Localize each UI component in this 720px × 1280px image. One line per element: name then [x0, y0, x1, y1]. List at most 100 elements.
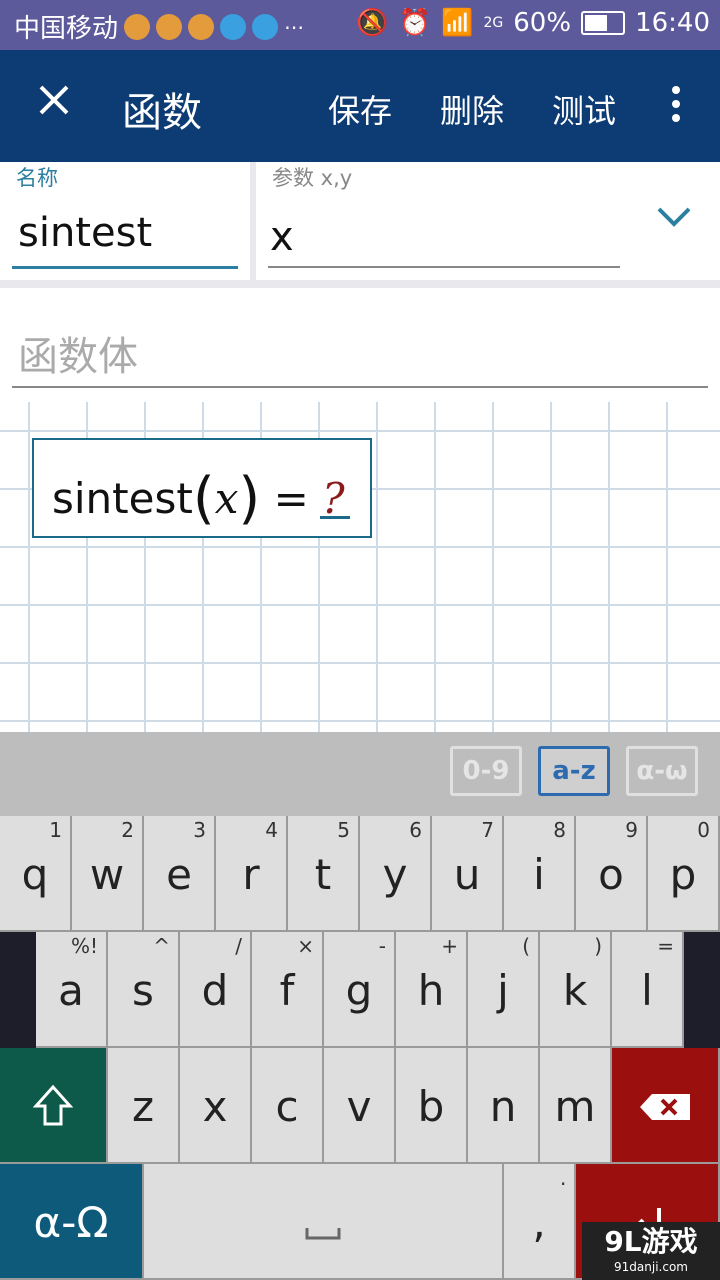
chevron-down-icon[interactable] — [656, 206, 692, 228]
key-p[interactable]: 0p — [648, 816, 720, 932]
name-underline — [12, 266, 238, 269]
key-c[interactable]: c — [252, 1048, 324, 1164]
key-q[interactable]: 1q — [0, 816, 72, 932]
mode-digits-button[interactable]: 0-9 — [450, 746, 522, 796]
status-bar: 中国移动 ⋯ 🔕 ⏰ 📶 2G 60% 16:40 — [0, 0, 720, 50]
key-a[interactable]: %! a — [36, 932, 108, 1048]
key-n[interactable]: n — [468, 1048, 540, 1164]
function-name: sintest — [52, 474, 193, 523]
key-hint: 4 — [265, 818, 278, 842]
key-label: i — [533, 850, 545, 899]
key-o[interactable]: 9o — [576, 816, 648, 932]
cursor-underline — [320, 516, 350, 519]
key-label: n — [489, 1082, 517, 1131]
key-hint: 7 — [481, 818, 494, 842]
key-label: t — [314, 850, 332, 899]
body-underline — [12, 386, 708, 388]
key-label: v — [346, 1082, 372, 1131]
key-hint: 5 — [337, 818, 350, 842]
params-field[interactable]: x — [270, 214, 294, 260]
battery-icon — [581, 11, 626, 35]
expression: sintest(x) = ? — [52, 466, 345, 531]
save-button[interactable]: 保存 — [328, 86, 392, 132]
key-label: a — [58, 966, 84, 1015]
watermark-brand: 9L游戏 — [604, 1225, 698, 1258]
params-underline — [268, 266, 620, 268]
body-field[interactable]: 函数体 — [18, 324, 138, 382]
page-title: 函数 — [122, 90, 202, 136]
key-hint: - — [378, 934, 386, 958]
key-s[interactable]: ^ s — [108, 932, 180, 1048]
function-form: 名称 sintest 参数 x,y x 函数体 — [0, 162, 720, 402]
shift-key[interactable] — [0, 1048, 108, 1164]
key-label: o — [598, 850, 624, 899]
key-label: q — [21, 850, 49, 899]
key-m[interactable]: m — [540, 1048, 612, 1164]
status-right: 🔕 ⏰ 📶 2G 60% 16:40 — [356, 8, 710, 38]
greek-upper-key[interactable]: α-Ω — [0, 1164, 144, 1280]
key-hint: 8 — [553, 818, 566, 842]
key-label: h — [417, 966, 445, 1015]
mode-latin-button[interactable]: a-z — [538, 746, 610, 796]
key-r[interactable]: 4r — [216, 816, 288, 932]
key-hint: = — [657, 934, 674, 958]
close-icon[interactable] — [38, 83, 70, 123]
key-h[interactable]: + h — [396, 932, 468, 1048]
key-d[interactable]: / d — [180, 932, 252, 1048]
wifi-icon: 📶 — [441, 8, 474, 38]
key-z[interactable]: z — [108, 1048, 180, 1164]
key-label: g — [345, 966, 373, 1015]
test-button[interactable]: 测试 — [552, 86, 616, 132]
network-type: 2G — [483, 15, 504, 31]
equals-sign: = — [273, 474, 309, 523]
key-e[interactable]: 3e — [144, 816, 216, 932]
key-label: f — [279, 966, 295, 1015]
key-hint: 9 — [625, 818, 638, 842]
key-u[interactable]: 7u — [432, 816, 504, 932]
key-g[interactable]: -g — [324, 932, 396, 1048]
key-hint: ^ — [153, 934, 170, 958]
key-label: j — [497, 966, 509, 1015]
key-hint: 0 — [697, 818, 710, 842]
key-hint: / — [235, 934, 242, 958]
key-label: r — [242, 850, 260, 899]
backspace-icon — [640, 1094, 690, 1120]
watermark-logo: 9L游戏 91danji.com — [582, 1222, 720, 1280]
overflow-menu-icon[interactable] — [668, 86, 684, 126]
key-f[interactable]: × f — [252, 932, 324, 1048]
key-l[interactable]: = l — [612, 932, 684, 1048]
mute-icon: 🔕 — [356, 8, 389, 38]
key-label: e — [166, 850, 192, 899]
expression-canvas[interactable]: sintest(x) = ? — [0, 402, 720, 732]
key-hint: ) — [594, 934, 602, 958]
key-v[interactable]: v — [324, 1048, 396, 1164]
key-label: k — [562, 966, 588, 1015]
key-label: x — [202, 1082, 228, 1131]
space-key[interactable] — [144, 1164, 504, 1280]
mode-greek-button[interactable]: α-ω — [626, 746, 698, 796]
key-label: p — [669, 850, 697, 899]
clock: 16:40 — [635, 8, 710, 38]
key-label: w — [89, 850, 125, 899]
key-j[interactable]: (j — [468, 932, 540, 1048]
key-label: m — [554, 1082, 596, 1131]
key-t[interactable]: 5t — [288, 816, 360, 932]
delete-button[interactable]: 删除 — [440, 86, 504, 132]
key-w[interactable]: 2w — [72, 816, 144, 932]
key-label: b — [417, 1082, 445, 1131]
key-label: l — [641, 966, 653, 1015]
name-field[interactable]: sintest — [18, 210, 152, 256]
key-b[interactable]: b — [396, 1048, 468, 1164]
key-y[interactable]: 6y — [360, 816, 432, 932]
alarm-icon: ⏰ — [398, 8, 432, 38]
carrier-label: 中国移动 — [14, 14, 119, 44]
expression-box[interactable]: sintest(x) = ? — [32, 438, 372, 538]
key-label: d — [201, 966, 229, 1015]
key-i[interactable]: 8i — [504, 816, 576, 932]
comma-key[interactable]: . , — [504, 1164, 576, 1280]
backspace-key[interactable] — [612, 1048, 720, 1164]
key-hint: 2 — [121, 818, 134, 842]
key-x[interactable]: x — [180, 1048, 252, 1164]
key-label: s — [132, 966, 154, 1015]
key-k[interactable]: ) k — [540, 932, 612, 1048]
